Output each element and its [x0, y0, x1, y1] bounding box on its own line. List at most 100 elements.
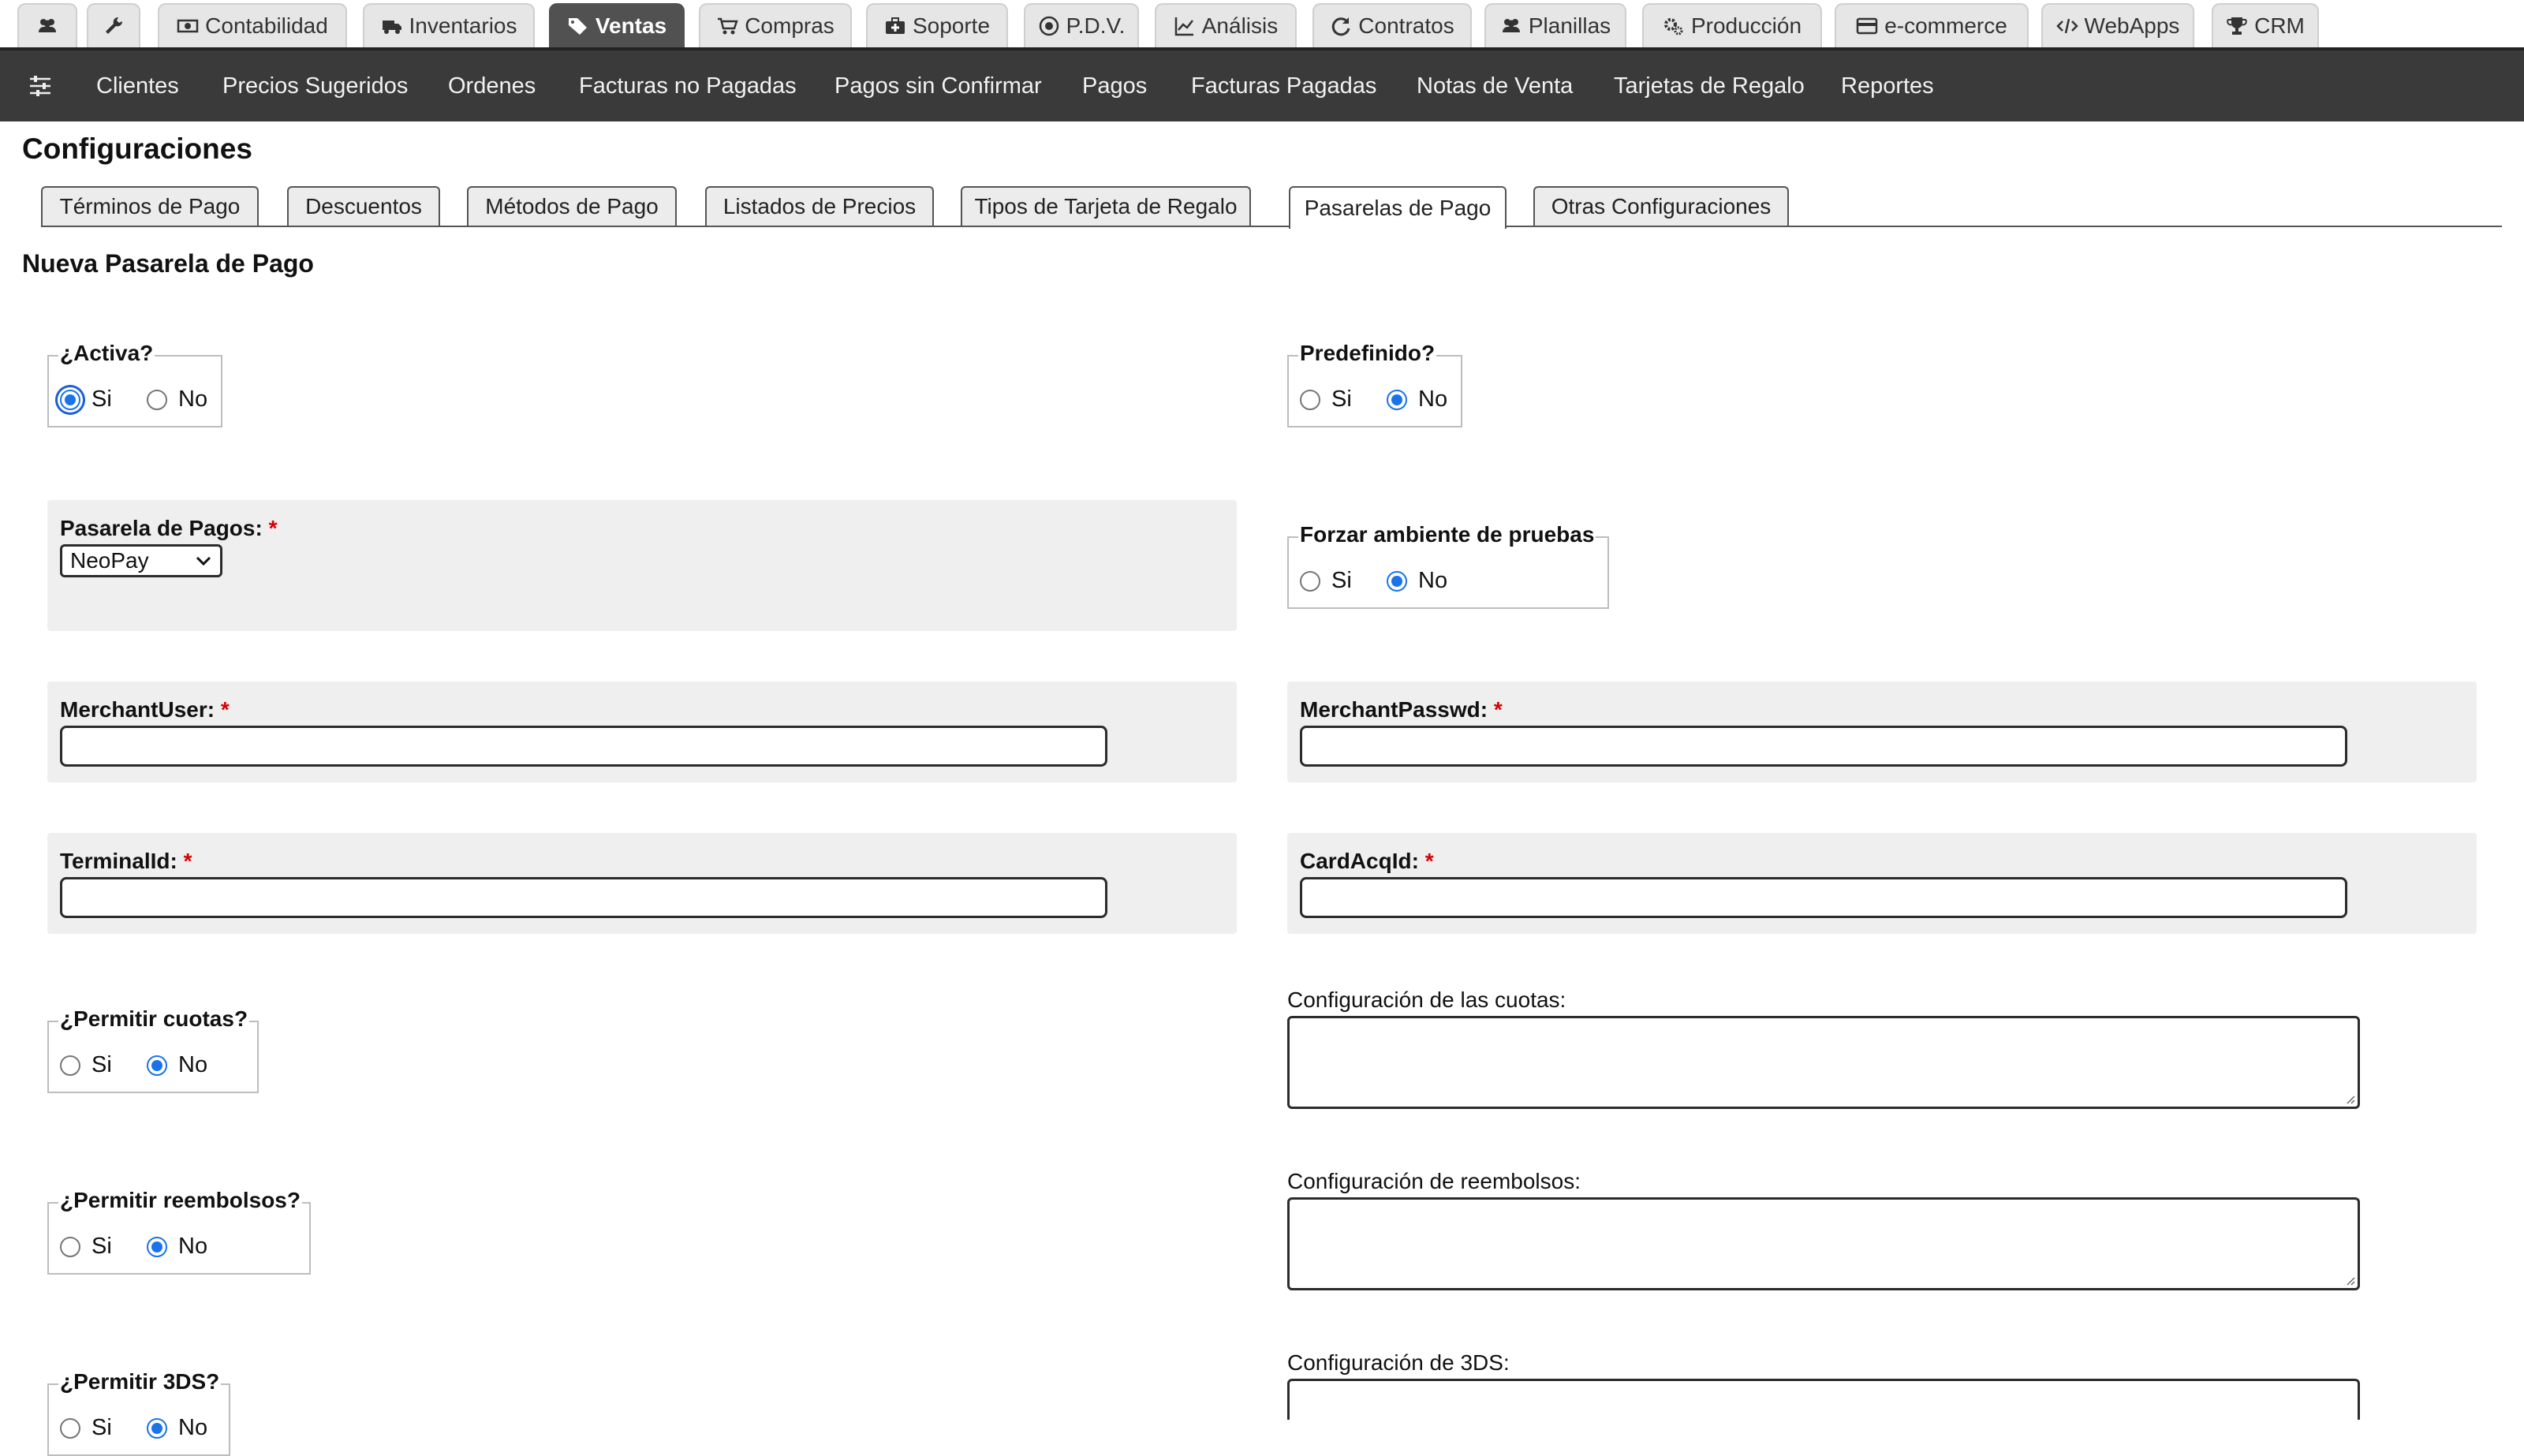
module-tab-compras[interactable]: Compras: [699, 3, 852, 47]
tab-metodos-de-pago[interactable]: Métodos de Pago: [467, 186, 677, 226]
module-tab-tools[interactable]: [87, 3, 140, 47]
permitir-reembolsos-radio-no[interactable]: [147, 1236, 167, 1257]
chevron-down-icon: [196, 556, 211, 566]
predefinido-option-no[interactable]: No: [1387, 386, 1447, 413]
medkit-icon: [885, 17, 905, 34]
section-title: Nueva Pasarela de Pago: [22, 249, 314, 278]
permitir-reembolsos-option-no[interactable]: No: [147, 1234, 207, 1260]
refresh-icon: [1332, 17, 1350, 36]
activa-radio-si[interactable]: [60, 389, 80, 410]
users-icon: [39, 19, 56, 32]
module-tab-crm[interactable]: CRM: [2212, 3, 2319, 47]
permitir-cuotas-radio-no[interactable]: [147, 1055, 167, 1076]
module-tab-ventas[interactable]: Ventas: [549, 3, 685, 47]
merchant-user-input[interactable]: [60, 726, 1107, 767]
radio-label: Si: [1331, 568, 1352, 593]
card-acq-id-panel: CardAcqId: *: [1287, 833, 2477, 934]
merchant-passwd-input[interactable]: [1300, 726, 2347, 767]
module-tab-inventarios[interactable]: Inventarios: [363, 3, 535, 47]
activa-option-si[interactable]: Si: [60, 386, 112, 413]
permitir-reembolsos-fieldset: ¿Permitir reembolsos? Si No: [47, 1188, 311, 1275]
cogs-icon: [1663, 18, 1683, 35]
permitir-cuotas-option-si[interactable]: Si: [60, 1052, 112, 1078]
module-tab-produccion[interactable]: Producción: [1642, 3, 1822, 47]
permitir-cuotas-radio-si[interactable]: [60, 1055, 80, 1076]
module-tab-label: WebApps: [2084, 13, 2180, 38]
card-acq-id-input[interactable]: [1300, 877, 2347, 918]
activa-option-no[interactable]: No: [147, 386, 207, 413]
radio-label: Si: [91, 1052, 112, 1077]
terminal-id-panel: TerminalId: *: [47, 833, 1237, 934]
permitir-reembolsos-radio-si[interactable]: [60, 1236, 80, 1257]
predefinido-radio-si[interactable]: [1300, 389, 1320, 410]
subnav-facturas-no-pagadas[interactable]: Facturas no Pagadas: [579, 50, 797, 121]
config-reembolsos-textarea[interactable]: [1287, 1197, 2360, 1290]
module-tab-label: Ventas: [595, 13, 667, 38]
tab-descuentos[interactable]: Descuentos: [287, 186, 440, 226]
permitir-reembolsos-option-si[interactable]: Si: [60, 1234, 112, 1260]
predefinido-legend: Predefinido?: [1298, 341, 1437, 366]
module-tab-label: Contratos: [1358, 13, 1454, 38]
pasarela-select[interactable]: NeoPay: [60, 544, 222, 577]
subnav-clientes[interactable]: Clientes: [96, 50, 179, 121]
module-tab-label: CRM: [2254, 13, 2305, 38]
module-tab-webapps[interactable]: WebApps: [2041, 3, 2194, 47]
config-reembolsos-label: Configuración de reembolsos:: [1287, 1169, 1581, 1193]
module-tab-planillas[interactable]: Planillas: [1484, 3, 1626, 47]
module-tab-analisis[interactable]: Análisis: [1155, 3, 1297, 47]
module-tab-pdv[interactable]: P.D.V.: [1024, 3, 1139, 47]
permitir-3ds-option-si[interactable]: Si: [60, 1415, 112, 1441]
subnav-ordenes[interactable]: Ordenes: [448, 50, 536, 121]
credit-card-icon: [1856, 17, 1878, 35]
subnav-precios-sugeridos[interactable]: Precios Sugeridos: [222, 50, 408, 121]
predefinido-radio-no[interactable]: [1387, 389, 1407, 410]
permitir-cuotas-option-no[interactable]: No: [147, 1052, 207, 1078]
forzar-pruebas-radio-si[interactable]: [1300, 570, 1320, 592]
config-cuotas-textarea[interactable]: [1287, 1016, 2360, 1109]
sales-subnav: Clientes Precios Sugeridos Ordenes Factu…: [0, 47, 2524, 121]
permitir-3ds-fieldset: ¿Permitir 3DS? Si No: [47, 1369, 230, 1456]
module-tab-label: P.D.V.: [1066, 13, 1126, 38]
pasarela-panel: Pasarela de Pagos: * NeoPay: [47, 500, 1237, 631]
subnav-facturas-pagadas[interactable]: Facturas Pagadas: [1191, 50, 1376, 121]
module-tab-users[interactable]: [17, 3, 77, 47]
forzar-pruebas-radio-no[interactable]: [1387, 570, 1407, 592]
target-icon: [1039, 16, 1059, 36]
tab-terminos-de-pago[interactable]: Términos de Pago: [41, 186, 259, 226]
module-tab-contabilidad[interactable]: Contabilidad: [158, 3, 347, 47]
sliders-icon[interactable]: [27, 74, 54, 98]
resize-grip-icon[interactable]: [2344, 1275, 2355, 1286]
permitir-3ds-radio-no[interactable]: [147, 1417, 167, 1439]
module-tab-soporte[interactable]: Soporte: [866, 3, 1008, 47]
tab-listados-de-precios[interactable]: Listados de Precios: [705, 186, 934, 226]
truck-icon: [382, 21, 401, 34]
subnav-pagos-sin-confirmar[interactable]: Pagos sin Confirmar: [834, 50, 1042, 121]
tab-pasarelas-de-pago[interactable]: Pasarelas de Pago: [1289, 186, 1507, 229]
permitir-cuotas-legend: ¿Permitir cuotas?: [58, 1006, 250, 1032]
module-tab-contratos[interactable]: Contratos: [1312, 3, 1472, 47]
radio-label: Si: [91, 1415, 112, 1440]
subnav-notas-de-venta[interactable]: Notas de Venta: [1417, 50, 1573, 121]
permitir-3ds-option-no[interactable]: No: [147, 1415, 207, 1441]
predefinido-option-si[interactable]: Si: [1300, 386, 1352, 413]
forzar-pruebas-option-no[interactable]: No: [1387, 568, 1447, 594]
subnav-reportes[interactable]: Reportes: [1841, 50, 1934, 121]
radio-label: No: [1418, 386, 1448, 412]
subnav-pagos[interactable]: Pagos: [1082, 50, 1147, 121]
config-3ds-textarea[interactable]: [1287, 1379, 2360, 1420]
resize-grip-icon[interactable]: [2344, 1093, 2355, 1104]
tab-otras-configuraciones[interactable]: Otras Configuraciones: [1533, 186, 1789, 226]
config-cuotas-label: Configuración de las cuotas:: [1287, 987, 1566, 1012]
merchant-passwd-panel: MerchantPasswd: *: [1287, 681, 2477, 782]
forzar-pruebas-option-si[interactable]: Si: [1300, 568, 1352, 594]
activa-radio-no[interactable]: [147, 389, 167, 410]
radio-label: Si: [1331, 386, 1352, 412]
radio-label: Si: [91, 1234, 112, 1259]
permitir-3ds-radio-si[interactable]: [60, 1417, 80, 1439]
tags-icon: [568, 18, 587, 35]
terminal-id-input[interactable]: [60, 877, 1107, 918]
module-tab-ecommerce[interactable]: e-commerce: [1835, 3, 2029, 47]
tab-tipos-tarjeta-regalo[interactable]: Tipos de Tarjeta de Regalo: [961, 186, 1251, 226]
subnav-tarjetas-de-regalo[interactable]: Tarjetas de Regalo: [1614, 50, 1805, 121]
terminal-id-label: TerminalId: *: [60, 849, 192, 873]
